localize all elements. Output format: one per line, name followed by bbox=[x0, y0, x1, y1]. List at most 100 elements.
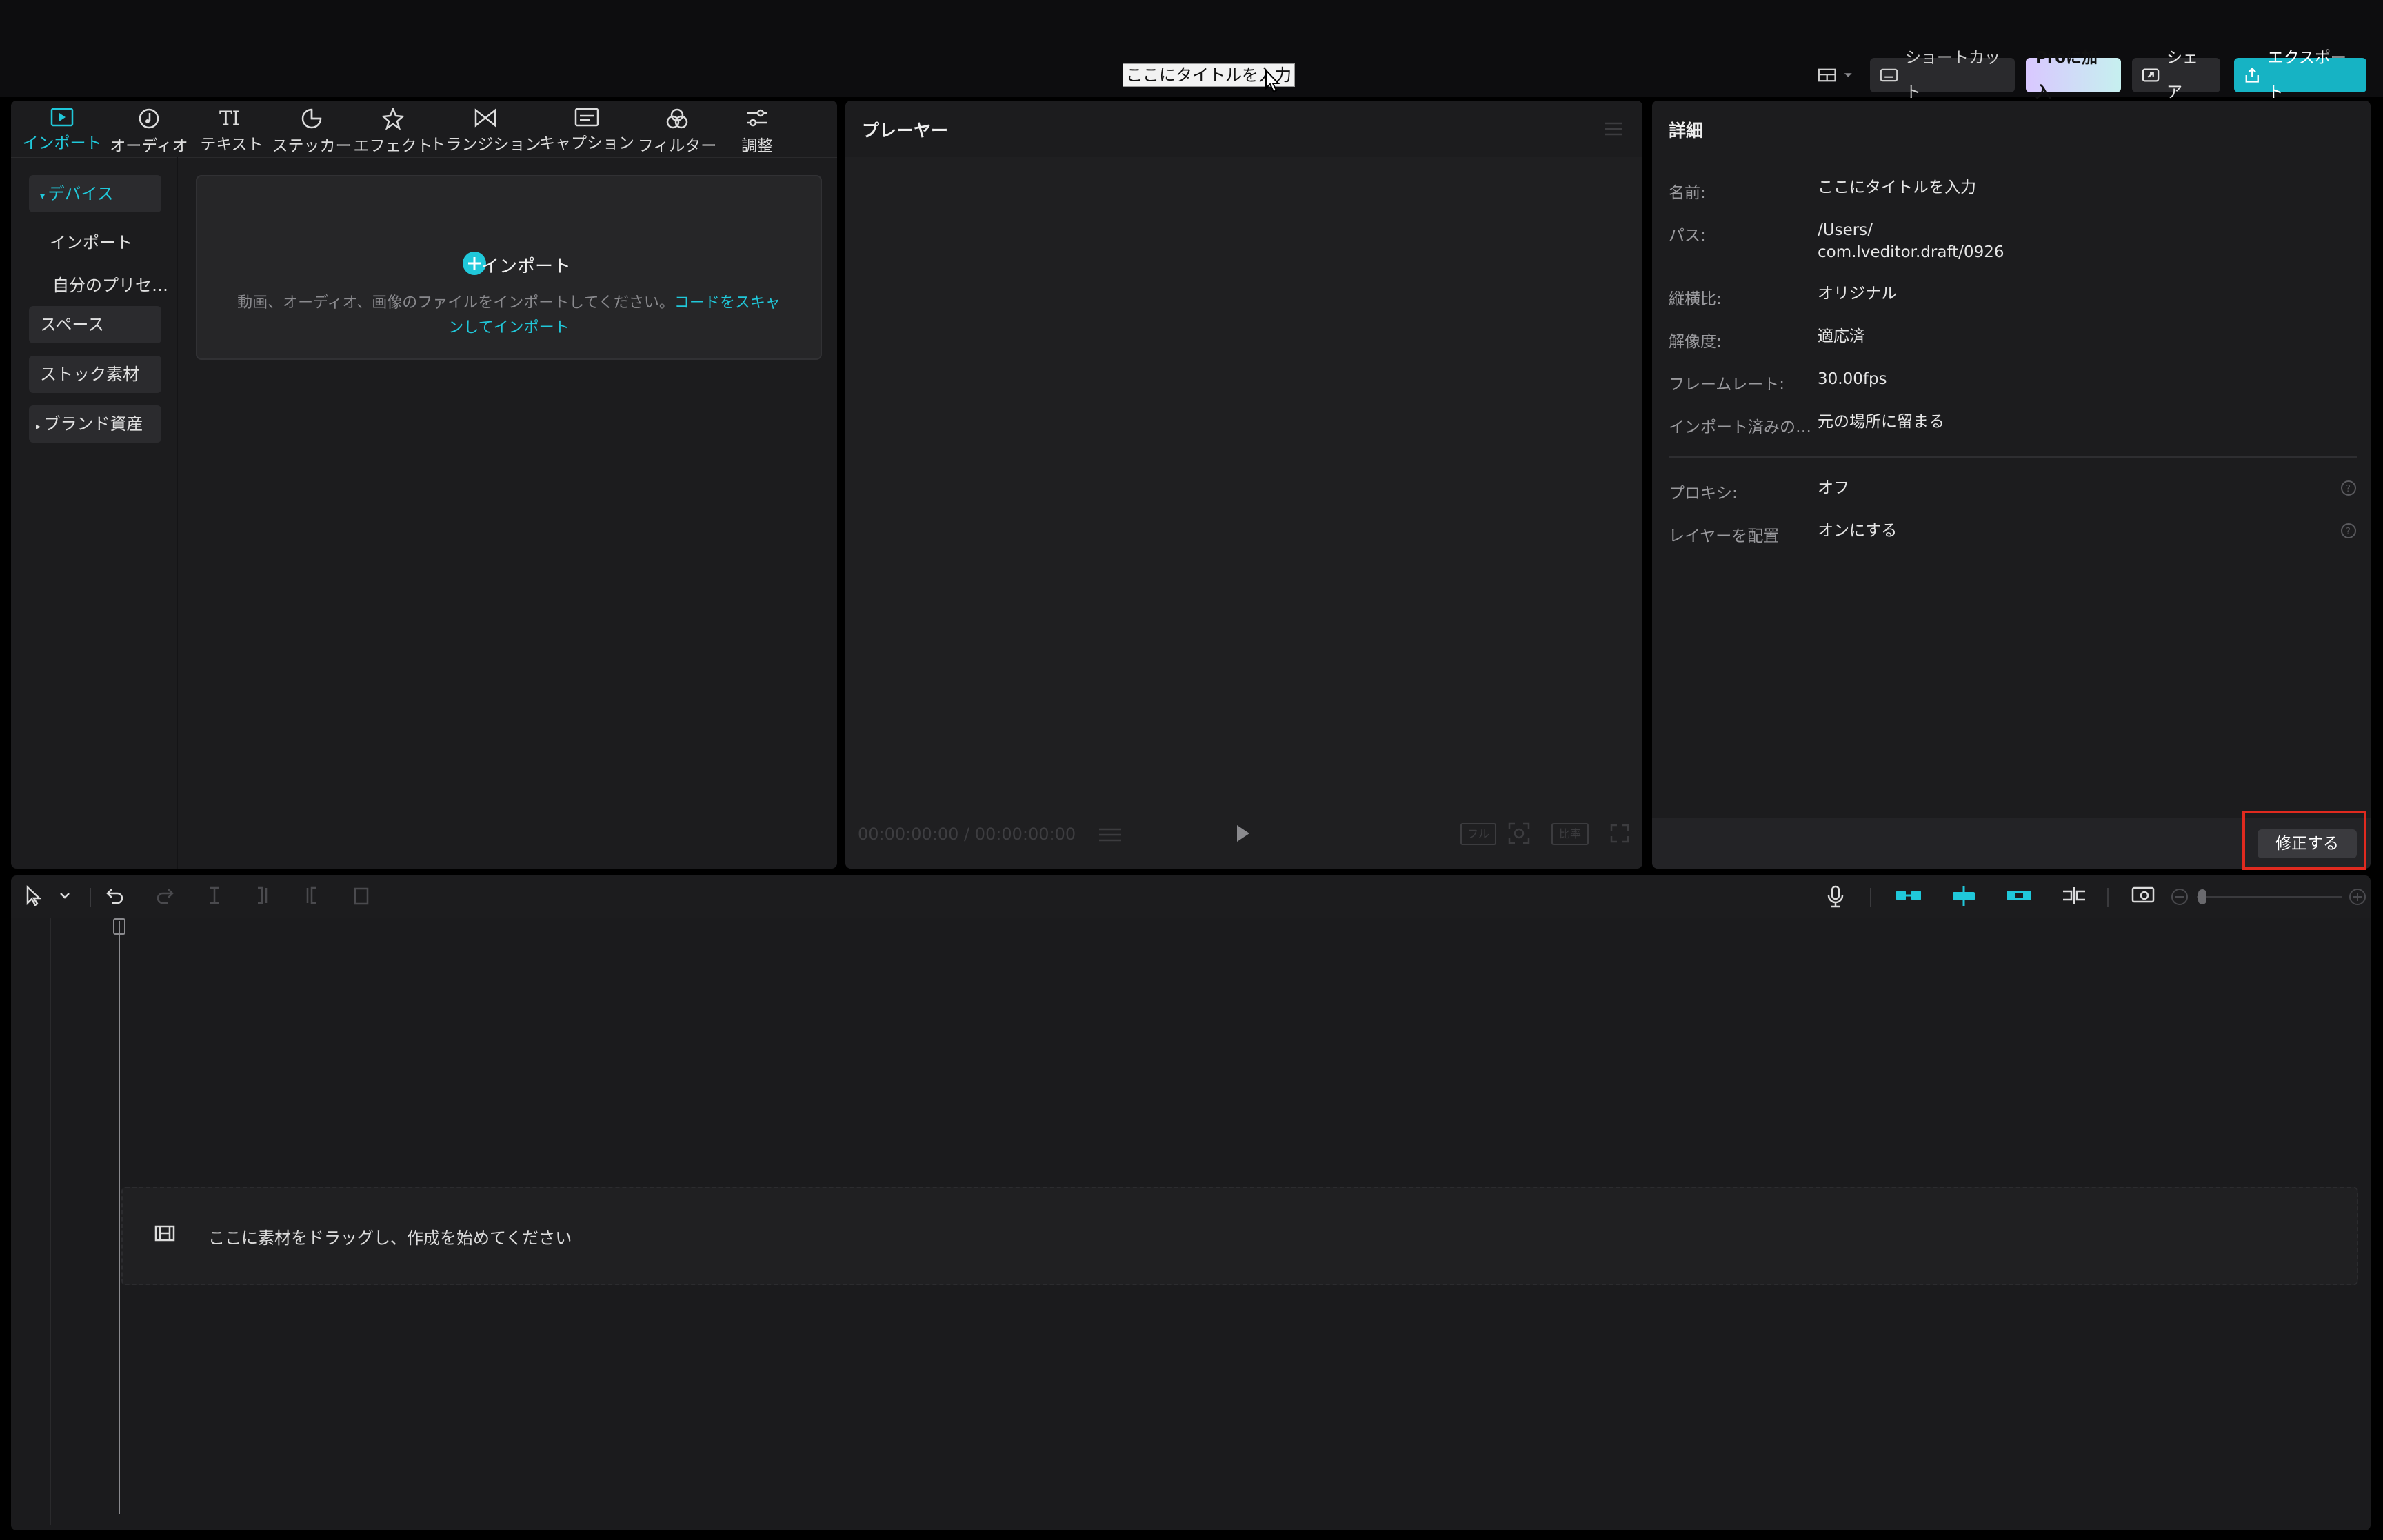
film-icon bbox=[154, 1225, 175, 1242]
toolbar-divider bbox=[1870, 888, 1871, 907]
detail-resolution-label: 解像度: bbox=[1669, 333, 1722, 351]
sidebar-item-brand[interactable]: ▸ ブランド資産 bbox=[29, 405, 161, 443]
sidebar-device-label: デバイス bbox=[48, 184, 114, 203]
export-button[interactable]: エクスポート bbox=[2234, 49, 2366, 101]
media-sidebar: ▾ デバイス インポート 自分のプリセ… スペース ストック素材 ▸ ブランド資… bbox=[11, 157, 178, 869]
import-desc-text: 動画、オーディオ、画像のファイルをインポートしてください。 bbox=[237, 294, 674, 312]
share-icon bbox=[2142, 68, 2160, 82]
pro-label: Proに加入 bbox=[2035, 49, 2098, 101]
details-divider bbox=[1669, 456, 2357, 458]
timeline-area[interactable]: ここに素材をドラッグし、作成を始めてください bbox=[11, 918, 2371, 1530]
tab-caption[interactable]: キャプション bbox=[535, 101, 639, 157]
zoom-out-icon[interactable] bbox=[2171, 888, 2189, 906]
layout-menu-button[interactable] bbox=[1808, 58, 1863, 92]
svg-text:?: ? bbox=[2346, 527, 2351, 537]
aspect-ratio-button[interactable]: 比率 bbox=[1551, 823, 1589, 845]
player-timecode: 00:00:00:00 / 00:00:00:00 bbox=[858, 824, 1076, 844]
select-pointer-icon[interactable] bbox=[25, 885, 46, 907]
zoom-slider-handle[interactable] bbox=[2198, 889, 2206, 904]
import-description: 動画、オーディオ、画像のファイルをインポートしてください。コードをスキャンしてイ… bbox=[232, 291, 786, 341]
shortcut-button[interactable]: ショートカット bbox=[1870, 49, 2015, 101]
media-panel: インポート オーディオ TI テキスト ステッカー エフェクト トランジション … bbox=[11, 101, 837, 869]
auto-snap-icon[interactable] bbox=[1950, 885, 1978, 907]
detail-path-line2: com.lveditor.draft/0926 bbox=[1818, 243, 2004, 261]
fullscreen-icon[interactable] bbox=[1609, 823, 1630, 844]
toolbar-divider bbox=[2107, 888, 2109, 907]
effect-icon bbox=[382, 108, 404, 130]
highlight-annotation bbox=[2242, 811, 2366, 870]
tab-audio[interactable]: オーディオ bbox=[101, 101, 197, 157]
detail-resolution-value: 適応済 bbox=[1818, 327, 1865, 345]
tab-effect[interactable]: エフェクト bbox=[345, 101, 441, 157]
tab-audio-label: オーディオ bbox=[110, 137, 188, 155]
import-title: インポート bbox=[481, 256, 571, 277]
full-quality-button[interactable]: フル bbox=[1460, 823, 1496, 845]
main-track-magnet-icon[interactable] bbox=[1895, 885, 1922, 906]
adjust-sliders-icon bbox=[747, 109, 767, 127]
delete-icon[interactable] bbox=[352, 885, 371, 906]
detail-name-value: ここにタイトルを入力 bbox=[1818, 179, 1976, 196]
split-left-icon[interactable] bbox=[252, 885, 273, 906]
undo-icon[interactable] bbox=[105, 885, 125, 906]
redo-icon[interactable] bbox=[154, 885, 175, 906]
tab-adjust-label: 調整 bbox=[741, 137, 773, 155]
sidebar-item-space[interactable]: スペース bbox=[29, 306, 161, 343]
audio-icon bbox=[139, 108, 159, 129]
screenshot-icon[interactable] bbox=[1507, 822, 1531, 845]
timeline-panel: ここに素材をドラッグし、作成を始めてください bbox=[11, 875, 2371, 1530]
split-right-icon[interactable] bbox=[301, 885, 321, 906]
export-label: エクスポート bbox=[2267, 49, 2346, 101]
detail-layer-value: オンにする bbox=[1818, 522, 1898, 540]
help-icon[interactable]: ? bbox=[2340, 523, 2357, 539]
zoom-slider[interactable] bbox=[2197, 896, 2342, 898]
tab-sticker-label: ステッカー bbox=[272, 137, 352, 155]
text-icon: TI bbox=[219, 108, 240, 128]
sidebar-item-presets[interactable]: 自分のプリセ… bbox=[52, 272, 168, 296]
pro-subscribe-button[interactable]: Proに加入 bbox=[2026, 49, 2121, 101]
detail-imported-label: インポート済みの… bbox=[1669, 418, 1811, 436]
player-screen[interactable] bbox=[845, 157, 1642, 869]
caret-down-icon: ▾ bbox=[40, 191, 48, 202]
preview-axis-icon[interactable] bbox=[2060, 885, 2088, 906]
top-bar: ここにタイトルを入力 ショートカット Proに加入 シェア エクスポート bbox=[0, 0, 2383, 101]
mouse-cursor-icon bbox=[1265, 69, 1280, 93]
import-media-icon bbox=[50, 108, 74, 127]
drop-zone-text: ここに素材をドラッグし、作成を始めてください bbox=[208, 1228, 572, 1248]
grid-icon[interactable] bbox=[1096, 826, 1124, 844]
sticker-icon bbox=[301, 108, 322, 129]
play-icon[interactable] bbox=[1234, 823, 1252, 844]
detail-proxy-value: オフ bbox=[1818, 479, 1849, 497]
sidebar-item-stock[interactable]: ストック素材 bbox=[29, 356, 161, 393]
microphone-icon[interactable] bbox=[1826, 885, 1845, 909]
tab-text-label: テキスト bbox=[200, 136, 263, 154]
detail-layer-label: レイヤーを配置 bbox=[1669, 527, 1780, 545]
tab-transition[interactable]: トランジション bbox=[428, 101, 543, 157]
help-icon[interactable]: ? bbox=[2340, 480, 2357, 496]
tab-caption-label: キャプション bbox=[539, 134, 634, 152]
sidebar-item-import[interactable]: インポート bbox=[50, 229, 132, 253]
details-title: 詳細 bbox=[1669, 121, 1704, 141]
playhead[interactable] bbox=[119, 921, 120, 1514]
detail-framerate-label: フレームレート: bbox=[1669, 376, 1785, 394]
tab-import[interactable]: インポート bbox=[14, 101, 110, 157]
detail-path-value: /Users/ com.lveditor.draft/0926 bbox=[1818, 219, 2004, 263]
menu-icon[interactable] bbox=[1604, 121, 1623, 136]
tab-adjust[interactable]: 調整 bbox=[709, 101, 805, 157]
layout-icon bbox=[1818, 68, 1836, 82]
detail-aspect-label: 縦横比: bbox=[1669, 290, 1722, 308]
caption-icon bbox=[574, 108, 599, 127]
detail-name-label: 名前: bbox=[1669, 184, 1706, 202]
zoom-in-icon[interactable] bbox=[2349, 888, 2366, 906]
share-button[interactable]: シェア bbox=[2132, 49, 2220, 101]
chevron-down-icon bbox=[1844, 73, 1853, 77]
timeline-drop-zone[interactable]: ここに素材をドラッグし、作成を始めてください bbox=[121, 1187, 2358, 1285]
linkage-icon[interactable] bbox=[2005, 885, 2033, 906]
details-panel: 詳細 名前: ここにタイトルを入力 パス: /Users/ com.lvedit… bbox=[1652, 101, 2371, 869]
timeline-fit-icon[interactable] bbox=[2131, 885, 2155, 906]
import-drop-area[interactable]: インポート 動画、オーディオ、画像のファイルをインポートしてください。コードをス… bbox=[196, 175, 822, 360]
media-tab-bar: インポート オーディオ TI テキスト ステッカー エフェクト トランジション … bbox=[11, 101, 837, 158]
chevron-down-icon[interactable] bbox=[59, 892, 70, 900]
split-icon[interactable] bbox=[204, 885, 225, 906]
sidebar-item-device[interactable]: ▾ デバイス bbox=[29, 175, 161, 212]
track-header-divider bbox=[50, 918, 51, 1525]
